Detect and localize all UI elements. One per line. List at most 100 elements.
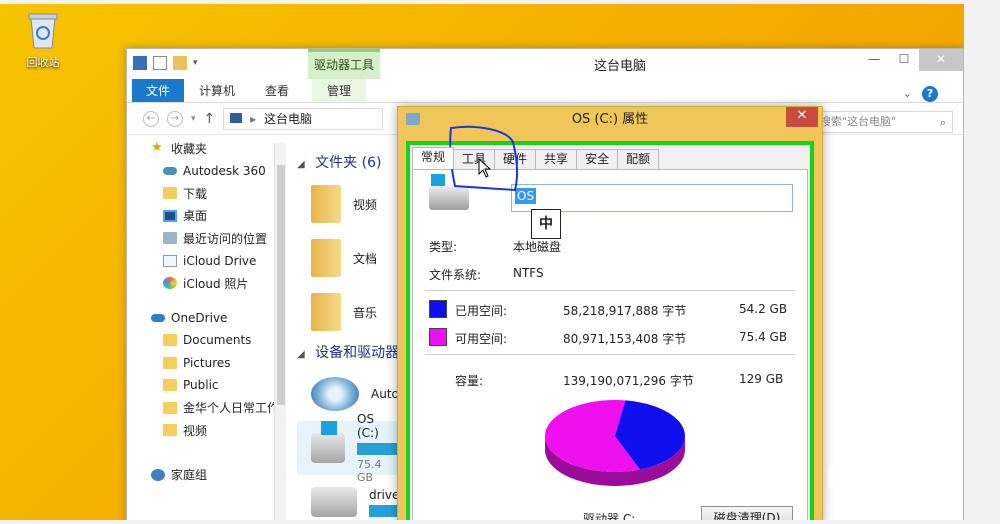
nav-label: 下载 xyxy=(183,186,208,201)
nav-scrollbar[interactable] xyxy=(274,143,286,524)
nav-label: 金华个人日常工作 xyxy=(183,401,280,416)
folder-icon xyxy=(163,424,177,437)
nav-label: iCloud Drive xyxy=(183,253,257,268)
used-space-bytes: 58,218,917,888 字节 xyxy=(563,304,687,318)
nav-label: Documents xyxy=(183,333,252,348)
driver2-drive-icon xyxy=(311,487,357,517)
nav-label: OneDrive xyxy=(171,310,228,325)
nav-homegroup[interactable]: 家庭组 xyxy=(127,464,287,487)
nav-public[interactable]: Public xyxy=(127,374,287,397)
nav-icloud-drive[interactable]: iCloud Drive xyxy=(127,250,287,273)
desktop-icon xyxy=(163,209,177,222)
nav-autodesk[interactable]: Autodesk 360 xyxy=(127,160,287,183)
disk-usage-pie xyxy=(545,400,685,486)
drive-free-text: 75.4 GB xyxy=(357,458,382,484)
tab-view[interactable]: 查看 xyxy=(250,79,304,102)
nav-downloads[interactable]: 下载 xyxy=(127,182,287,205)
ime-indicator[interactable]: 中 xyxy=(531,209,561,239)
tab-computer[interactable]: 计算机 xyxy=(184,79,250,102)
windows-logo-icon xyxy=(321,421,337,435)
tab-manage[interactable]: 管理 xyxy=(312,79,367,102)
music-folder-icon xyxy=(311,293,341,331)
frame-edge-right xyxy=(964,0,1000,524)
used-space-swatch xyxy=(429,300,447,318)
used-space-gb: 54.2 GB xyxy=(739,302,788,316)
star-icon: ★ xyxy=(151,140,163,156)
nav-onedrive[interactable]: OneDrive xyxy=(127,307,287,330)
nav-pictures[interactable]: Pictures xyxy=(127,352,287,375)
computer-icon xyxy=(230,112,243,123)
group-folders-label: 文件夹 (6) xyxy=(315,155,382,171)
folder-label: 视频 xyxy=(353,197,378,212)
recycle-bin-icon xyxy=(28,13,58,49)
minimize-icon[interactable]: — xyxy=(859,49,889,71)
frame-edge-top xyxy=(0,0,1000,4)
recent-places-icon xyxy=(163,232,177,245)
free-space-swatch xyxy=(429,328,447,346)
search-input[interactable]: 搜索"这台电脑" ⌕ xyxy=(815,111,953,133)
nav-recent[interactable]: 最近访问的位置 xyxy=(127,227,287,250)
icloud-drive-icon xyxy=(163,254,177,267)
tab-general[interactable]: 常规 xyxy=(412,147,455,169)
help-icon[interactable]: ? xyxy=(922,86,938,102)
drive-usage-bar xyxy=(357,443,397,455)
address-text: 这台电脑 xyxy=(263,111,312,126)
nav-work-folder[interactable]: 金华个人日常工作 xyxy=(127,397,287,420)
nav-label: 家庭组 xyxy=(171,468,208,483)
windows-logo-icon xyxy=(431,174,445,186)
volume-name-input[interactable]: OS xyxy=(511,184,793,212)
close-icon[interactable]: ✕ xyxy=(919,49,963,71)
nav-documents[interactable]: Documents xyxy=(127,329,287,352)
ribbon-right: ⌄ ? xyxy=(888,82,953,106)
watermark-url: jingyan.baidu.com xyxy=(829,504,940,518)
autodesk-icon xyxy=(163,166,177,175)
filesystem-value: NTFS xyxy=(513,266,544,280)
nav-favorites[interactable]: ★ 收藏夹 xyxy=(127,137,287,160)
tab-sharing[interactable]: 共享 xyxy=(535,149,578,169)
nav-label: Autodesk 360 xyxy=(183,163,266,178)
nav-videos[interactable]: 视频 xyxy=(127,419,287,442)
device-os-c[interactable]: OS (C:) 75.4 GB xyxy=(297,412,397,484)
properties-body: 常规 工具 硬件 共享 安全 配额 OS 中 类型: 本地磁盘 文件系统: NT… xyxy=(406,141,814,524)
general-panel: OS 中 类型: 本地磁盘 文件系统: NTFS 已用空间: 58,218,91… xyxy=(412,169,808,524)
nav-desktop[interactable]: 桌面 xyxy=(127,205,287,228)
capacity-gb: 129 GB xyxy=(739,372,784,386)
nav-label: 视频 xyxy=(183,423,208,438)
ribbon-tabs: 文件 计算机 查看 管理 ⌄ ? xyxy=(127,79,963,103)
address-input[interactable]: ▸ 这台电脑 xyxy=(223,107,384,130)
nav-icloud-photos[interactable]: iCloud 照片 xyxy=(127,272,287,295)
drive-icon xyxy=(406,113,420,125)
documents-folder-icon xyxy=(311,239,341,277)
os-drive-icon xyxy=(311,421,345,463)
collapse-icon: ◢ xyxy=(297,349,305,360)
maximize-icon[interactable]: ☐ xyxy=(889,49,919,71)
up-icon[interactable]: ↑ xyxy=(204,111,216,127)
watermark: Bai 经验 xyxy=(826,462,950,497)
close-button[interactable]: ✕ xyxy=(786,107,818,127)
downloads-folder-icon xyxy=(163,187,177,200)
folder-icon xyxy=(163,356,177,369)
nav-label: 桌面 xyxy=(183,209,208,224)
icloud-photos-icon xyxy=(163,277,177,290)
onedrive-icon xyxy=(151,313,165,322)
explorer-titlebar: ▾ 驱动器工具 这台电脑 — ☐ ✕ xyxy=(127,49,963,79)
tab-file[interactable]: 文件 xyxy=(132,79,185,102)
tab-security[interactable]: 安全 xyxy=(576,149,619,169)
window-controls: — ☐ ✕ xyxy=(859,49,963,71)
nav-label: 收藏夹 xyxy=(171,141,208,156)
videos-folder-icon xyxy=(311,185,341,223)
recycle-bin[interactable]: 回收站 xyxy=(18,10,68,70)
free-space-bytes: 80,971,153,408 字节 xyxy=(563,332,687,346)
homegroup-icon xyxy=(151,468,165,481)
window-title: 这台电脑 xyxy=(593,59,646,74)
nav-scroll-thumb[interactable] xyxy=(277,165,285,405)
folder-icon xyxy=(163,401,177,414)
back-icon[interactable]: ← xyxy=(143,110,159,127)
recent-chevron-icon[interactable]: ▾ xyxy=(191,114,196,124)
used-space-label: 已用空间: xyxy=(455,304,508,318)
tab-quota[interactable]: 配额 xyxy=(617,149,660,169)
expand-ribbon-icon[interactable]: ⌄ xyxy=(903,82,912,106)
type-value: 本地磁盘 xyxy=(513,240,562,254)
forward-icon[interactable]: → xyxy=(167,110,183,127)
navigation-pane: ★ 收藏夹 Autodesk 360 下载 桌面 最近访问的位置 iCloud … xyxy=(127,137,287,524)
